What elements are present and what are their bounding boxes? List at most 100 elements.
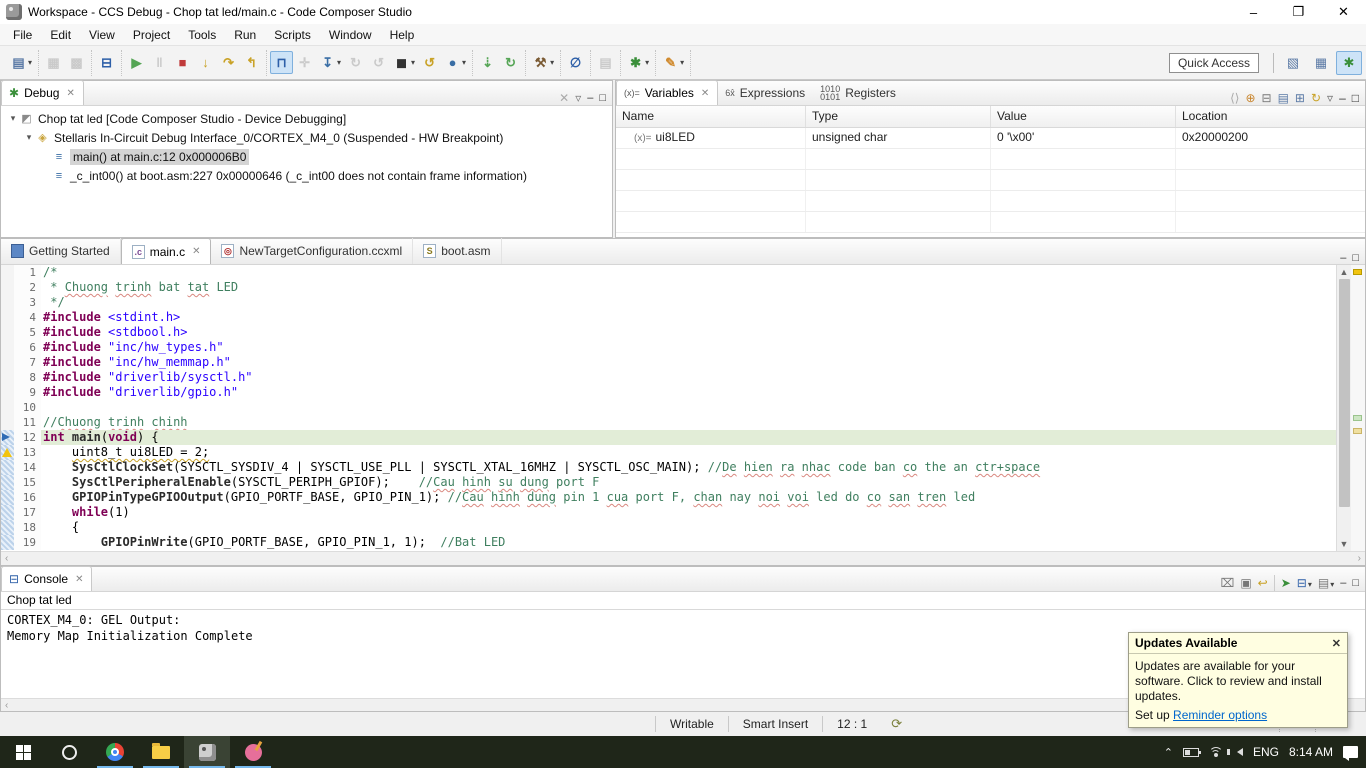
collapse-all-icon[interactable]: ⊟ xyxy=(1262,91,1272,105)
dropdown-arrow-icon[interactable]: ▾ xyxy=(411,58,415,67)
tab-newtargetconfiguration-ccxml[interactable]: ◎NewTargetConfiguration.ccxml xyxy=(211,238,413,264)
clock[interactable]: 8:14 AM xyxy=(1289,745,1333,759)
code-editor[interactable]: 1/*2 * Chuong trinh bat tat LED3 */4#inc… xyxy=(1,265,1336,551)
start-button[interactable] xyxy=(0,736,46,768)
menu-help[interactable]: Help xyxy=(381,26,424,44)
close-icon[interactable]: ✕ xyxy=(701,88,709,99)
menu-edit[interactable]: Edit xyxy=(41,26,80,44)
open-console-icon[interactable]: ▤▾ xyxy=(1318,576,1334,590)
restart-button[interactable]: ↻ xyxy=(344,51,367,74)
scrollbar-thumb[interactable] xyxy=(1339,279,1350,507)
suspend-button[interactable]: ‖ xyxy=(148,51,171,74)
close-icon[interactable]: ✕ xyxy=(192,246,200,257)
restart-alt-button[interactable]: ↺ xyxy=(367,51,390,74)
column-header-value[interactable]: Value xyxy=(991,106,1176,127)
occurrence-overview-mark[interactable] xyxy=(1353,415,1362,421)
add-global-variables-icon[interactable]: ⊕ xyxy=(1245,91,1255,105)
minimize-view-icon[interactable]: ‒ xyxy=(1340,252,1346,264)
view-menu-icon[interactable]: ▿ xyxy=(1327,91,1333,105)
scroll-left-icon[interactable]: ‹ xyxy=(5,700,8,711)
taskbar-explorer-button[interactable] xyxy=(138,736,184,768)
editor-horizontal-scrollbar[interactable]: ‹ › xyxy=(1,551,1365,565)
quick-access-box[interactable]: Quick Access xyxy=(1169,53,1259,73)
scroll-right-icon[interactable]: › xyxy=(1358,553,1361,564)
status-update-cell[interactable]: ⟳ xyxy=(881,716,912,732)
maximize-view-icon[interactable]: □ xyxy=(1352,91,1359,105)
tray-expand-icon[interactable]: ⌃ xyxy=(1164,746,1173,759)
dropdown-arrow-icon[interactable]: ▾ xyxy=(550,58,554,67)
word-wrap-icon[interactable]: ↩ xyxy=(1258,576,1268,590)
taskbar-ccs-button[interactable] xyxy=(184,736,230,768)
source-lookup-button[interactable]: ✛ xyxy=(293,51,316,74)
menu-tools[interactable]: Tools xyxy=(179,26,225,44)
menu-scripts[interactable]: Scripts xyxy=(265,26,320,44)
search-button[interactable]: ∅ xyxy=(564,51,587,74)
maximize-view-icon[interactable]: □ xyxy=(599,92,606,104)
tab-debug[interactable]: ✱ Debug ✕ xyxy=(1,80,84,105)
wifi-icon[interactable] xyxy=(1209,747,1223,757)
language-indicator[interactable]: ENG xyxy=(1253,745,1279,759)
scroll-left-icon[interactable]: ‹ xyxy=(5,553,8,564)
menu-view[interactable]: View xyxy=(80,26,124,44)
taskbar-paint-button[interactable] xyxy=(230,736,276,768)
scroll-down-icon[interactable]: ▼ xyxy=(1340,537,1349,551)
cortana-button[interactable] xyxy=(46,736,92,768)
open-perspective-button[interactable]: ▧ xyxy=(1280,51,1306,75)
ccs-edit-perspective-button[interactable]: ▦ xyxy=(1308,51,1334,75)
scroll-lock-icon[interactable]: ▣ xyxy=(1240,576,1251,590)
battery-icon[interactable] xyxy=(1183,748,1199,757)
menu-run[interactable]: Run xyxy=(225,26,265,44)
show-console-button[interactable]: ⊟ xyxy=(95,51,118,74)
build-button[interactable]: ⚒▾ xyxy=(529,51,557,74)
close-icon[interactable]: ✕ xyxy=(1332,637,1341,650)
load-program-button[interactable]: ↧▾ xyxy=(316,51,344,74)
tab-registers[interactable]: 1010 0101Registers xyxy=(813,80,904,105)
volume-icon[interactable] xyxy=(1237,748,1243,756)
remove-all-terminated-icon[interactable]: ✕ xyxy=(559,91,569,105)
variable-row[interactable]: (x)=ui8LEDunsigned char0 '\x00'0x2000020… xyxy=(616,128,1365,149)
ccs-debug-perspective-button[interactable]: ✱ xyxy=(1336,51,1362,75)
resume-button[interactable]: ▶ xyxy=(125,51,148,74)
debug-tree-item[interactable]: ▾◈Stellaris In-Circuit Debug Interface_0… xyxy=(1,128,612,147)
close-icon[interactable]: ✕ xyxy=(66,88,74,99)
reminder-options-link[interactable]: Reminder options xyxy=(1173,708,1267,722)
tab-main-c[interactable]: .cmain.c✕ xyxy=(121,238,212,264)
restore-window-button[interactable]: ❐ xyxy=(1276,0,1321,24)
debug-button[interactable]: ✱▾ xyxy=(624,51,652,74)
dropdown-arrow-icon[interactable]: ▾ xyxy=(462,58,466,67)
menu-file[interactable]: File xyxy=(4,26,41,44)
core-button[interactable]: ●▾ xyxy=(441,51,469,74)
tab-boot-asm[interactable]: Sboot.asm xyxy=(413,238,501,264)
pin-console-icon[interactable]: ➤ xyxy=(1281,576,1291,590)
menu-window[interactable]: Window xyxy=(320,26,381,44)
tab-expressions[interactable]: 6x̂Expressions xyxy=(718,80,813,105)
display-console-icon[interactable]: ⊟▾ xyxy=(1297,576,1312,590)
pin-view-icon[interactable]: ⊞ xyxy=(1295,91,1305,105)
asm-step-into-button[interactable]: ⇣ xyxy=(476,51,499,74)
view-menu-icon[interactable]: ▿ xyxy=(575,91,581,105)
taskbar-chrome-button[interactable] xyxy=(92,736,138,768)
terminate-button[interactable]: ■ xyxy=(171,51,194,74)
action-center-icon[interactable] xyxy=(1343,746,1358,758)
menu-project[interactable]: Project xyxy=(124,26,179,44)
minimize-view-icon[interactable]: ‒ xyxy=(1339,91,1346,105)
dropdown-arrow-icon[interactable]: ▾ xyxy=(680,58,684,67)
column-header-type[interactable]: Type xyxy=(806,106,991,127)
debug-tree-item[interactable]: ≡_c_int00() at boot.asm:227 0x00000646 (… xyxy=(1,166,612,185)
new-button[interactable]: ▤▾ xyxy=(7,51,35,74)
close-icon[interactable]: ✕ xyxy=(75,574,83,585)
flash-button[interactable]: ◼▾ xyxy=(390,51,418,74)
step-into-button[interactable]: ↓ xyxy=(194,51,217,74)
dropdown-arrow-icon[interactable]: ▾ xyxy=(337,58,341,67)
close-window-button[interactable]: ✕ xyxy=(1321,0,1366,24)
minimize-view-icon[interactable]: ‒ xyxy=(587,92,593,104)
save-all-button[interactable]: ▩ xyxy=(65,51,88,74)
maximize-view-icon[interactable]: □ xyxy=(1352,577,1359,589)
reset-cpu-button[interactable]: ↺ xyxy=(418,51,441,74)
column-header-name[interactable]: Name xyxy=(616,106,806,127)
asm-step-over-button[interactable]: ↻ xyxy=(499,51,522,74)
save-button[interactable]: ▦ xyxy=(42,51,65,74)
minimize-view-icon[interactable]: ‒ xyxy=(1340,577,1346,589)
minimize-window-button[interactable]: – xyxy=(1231,0,1276,24)
annotation-button[interactable]: ▤ xyxy=(594,51,617,74)
